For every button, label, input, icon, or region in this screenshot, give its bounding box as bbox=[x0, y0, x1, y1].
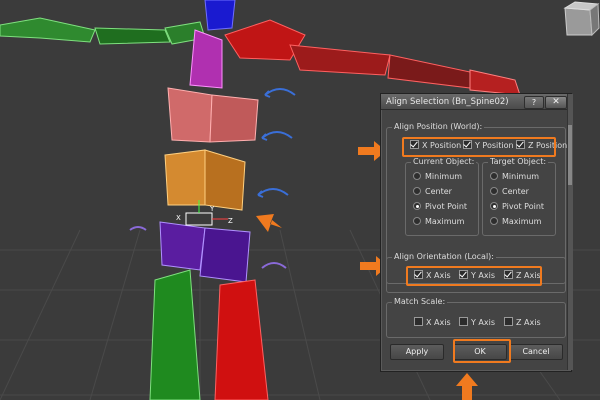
gizmo-z-label: Z bbox=[228, 217, 233, 225]
current-minimum-radio[interactable]: Minimum bbox=[413, 172, 462, 181]
scale-y-axis-checkbox[interactable]: Y Axis bbox=[459, 317, 495, 327]
right-arm-bone[interactable] bbox=[224, 19, 521, 96]
scale-x-axis-checkbox[interactable]: X Axis bbox=[414, 317, 451, 327]
spine-bone-upper[interactable] bbox=[167, 87, 259, 143]
align-orientation-label: Align Orientation (Local): bbox=[392, 252, 496, 261]
ok-button-highlight bbox=[453, 339, 511, 363]
right-leg-bone[interactable] bbox=[214, 279, 269, 400]
position-checkboxes-highlight bbox=[402, 137, 556, 157]
gizmo-x-label: X bbox=[176, 214, 181, 222]
align-position-label: Align Position (World): bbox=[392, 122, 485, 131]
dialog-title: Align Selection (Bn_Spine02) bbox=[386, 97, 509, 107]
current-object-label: Current Object: bbox=[411, 157, 477, 166]
target-object-label: Target Object: bbox=[488, 157, 549, 166]
target-minimum-radio[interactable]: Minimum bbox=[490, 172, 539, 181]
help-button[interactable]: ? bbox=[524, 96, 544, 109]
spine-bone-middle[interactable] bbox=[164, 149, 246, 211]
current-pivot-point-radio[interactable]: Pivot Point bbox=[413, 202, 467, 211]
current-center-radio[interactable]: Center bbox=[413, 187, 452, 196]
target-pivot-point-radio[interactable]: Pivot Point bbox=[490, 202, 544, 211]
orientation-checkboxes-highlight bbox=[406, 266, 542, 286]
apply-button[interactable]: Apply bbox=[390, 344, 444, 360]
target-center-radio[interactable]: Center bbox=[490, 187, 529, 196]
head-bone[interactable] bbox=[204, 0, 236, 31]
scrollbar-thumb[interactable] bbox=[568, 125, 572, 185]
match-scale-group: Match Scale: X Axis Y Axis Z Axis bbox=[386, 297, 566, 338]
cancel-button[interactable]: Cancel bbox=[509, 344, 563, 360]
current-maximum-radio[interactable]: Maximum bbox=[413, 217, 464, 226]
target-object-group: Target Object: Minimum Center Pivot Poin… bbox=[482, 157, 556, 236]
current-object-group: Current Object: Minimum Center Pivot Poi… bbox=[405, 157, 479, 236]
pelvis-bone[interactable] bbox=[159, 221, 251, 283]
left-arm-bone[interactable] bbox=[0, 17, 206, 45]
gizmo-y-label: Y bbox=[209, 205, 215, 213]
scale-z-axis-checkbox[interactable]: Z Axis bbox=[504, 317, 541, 327]
rotation-indicator-icons bbox=[257, 88, 296, 198]
dialog-title-bar[interactable]: Align Selection (Bn_Spine02) ? ✕ bbox=[381, 94, 571, 110]
view-cube-icon[interactable] bbox=[563, 1, 600, 37]
align-selection-dialog[interactable]: Align Selection (Bn_Spine02) ? ✕ Align P… bbox=[380, 93, 572, 372]
match-scale-label: Match Scale: bbox=[392, 297, 448, 306]
target-maximum-radio[interactable]: Maximum bbox=[490, 217, 541, 226]
close-button[interactable]: ✕ bbox=[545, 96, 567, 109]
neck-bone[interactable] bbox=[189, 29, 223, 89]
